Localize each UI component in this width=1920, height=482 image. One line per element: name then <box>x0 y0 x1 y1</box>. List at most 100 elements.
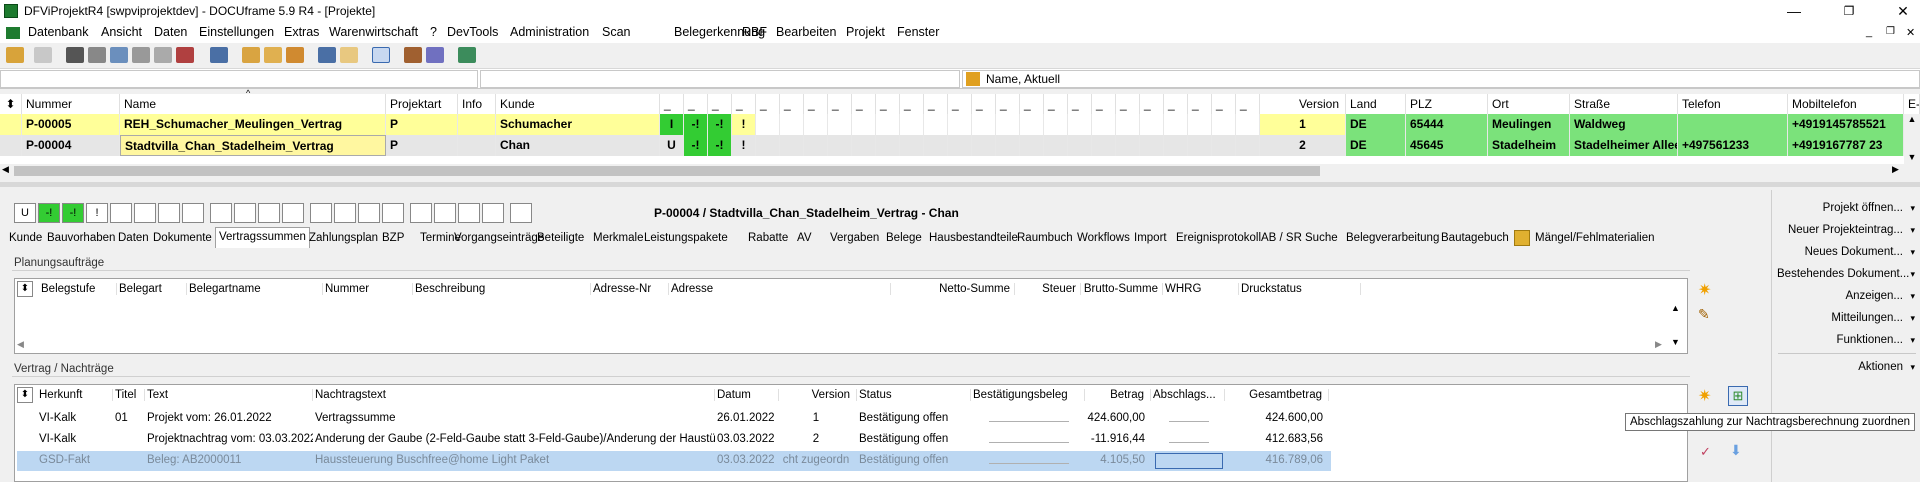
scan-icon[interactable] <box>154 47 172 63</box>
tab-kunde[interactable]: Kunde <box>6 229 45 247</box>
folder-move-icon[interactable] <box>286 47 304 63</box>
tab-vertragssummen[interactable]: Vertragssummen <box>215 227 310 248</box>
col-header-status-20[interactable]: _ <box>1116 94 1140 114</box>
cell-status-empty[interactable] <box>1164 114 1188 135</box>
restore-icon[interactable]: ❐ <box>1834 2 1864 20</box>
col-header-status-19[interactable]: _ <box>1092 94 1116 114</box>
col-header-status-1[interactable]: _ <box>660 94 684 114</box>
cell-status-empty[interactable] <box>828 114 852 135</box>
sort-selector[interactable] <box>962 70 1920 88</box>
scroll-left-icon[interactable]: ◀ <box>2 164 9 175</box>
vertrag-col-5[interactable]: Datum <box>717 389 779 401</box>
cell-status-empty[interactable] <box>1068 135 1092 156</box>
scroll-down-icon[interactable]: ▼ <box>1904 152 1920 162</box>
cell-status-3[interactable]: -! <box>708 135 732 156</box>
menu-help[interactable]: ? <box>430 25 437 39</box>
search-icon[interactable] <box>318 47 336 63</box>
col-header-mobil[interactable]: Mobiltelefon <box>1788 94 1904 114</box>
planung-config-button[interactable]: ⬍ <box>17 281 33 297</box>
filter-input-1[interactable] <box>0 70 478 88</box>
planung-col-1[interactable]: Belegstufe <box>41 283 117 295</box>
tab-workflows[interactable]: Workflows <box>1074 229 1133 247</box>
doc-check-icon[interactable]: ✓ <box>1700 444 1711 460</box>
tab-vorgangseinträge[interactable]: Vorgangseinträge <box>451 229 547 247</box>
hscroll-thumb[interactable] <box>14 166 1320 176</box>
tools-icon[interactable] <box>404 47 422 63</box>
cell-status-empty[interactable] <box>972 114 996 135</box>
mdi-close-icon[interactable]: ✕ <box>1906 26 1915 39</box>
cell-status-empty[interactable] <box>1044 135 1068 156</box>
cell-kunde[interactable]: Chan <box>496 135 660 156</box>
users-icon[interactable] <box>426 47 444 63</box>
cell-status-empty[interactable] <box>804 114 828 135</box>
tab-dokumente[interactable]: Dokumente <box>150 229 215 247</box>
menu-devtools[interactable]: DevTools <box>447 25 498 39</box>
cell-status-empty[interactable] <box>1068 114 1092 135</box>
planung-col-4[interactable]: Nummer <box>325 283 413 295</box>
cell-status-empty[interactable] <box>948 135 972 156</box>
vertrag-col-10[interactable]: Abschlags... <box>1153 389 1225 401</box>
cell-name[interactable]: REH_Schumacher_Meulingen_Vertrag <box>120 114 386 135</box>
vertrag-col-1[interactable]: Herkunft <box>39 389 113 401</box>
folder-open-icon[interactable] <box>264 47 282 63</box>
cell-status-empty[interactable] <box>1092 114 1116 135</box>
cell-status-empty[interactable] <box>972 135 996 156</box>
planung-scroll-up-icon[interactable]: ▲ <box>1671 303 1680 313</box>
col-header-status-6[interactable]: _ <box>780 94 804 114</box>
action-4[interactable]: Bestehendes Dokument... <box>1777 263 1917 285</box>
col-header-plz[interactable]: PLZ <box>1406 94 1488 114</box>
cell-status-empty[interactable] <box>852 114 876 135</box>
col-header-status-5[interactable]: _ <box>756 94 780 114</box>
cell-status-1[interactable]: U <box>660 135 684 156</box>
cell-status-empty[interactable] <box>780 114 804 135</box>
col-header-status-9[interactable]: _ <box>852 94 876 114</box>
action-3[interactable]: Neues Dokument... <box>1777 241 1917 263</box>
export-icon[interactable] <box>458 47 476 63</box>
grid-config-button[interactable]: ⬍ <box>0 94 22 114</box>
new-planung-icon[interactable]: ✷ <box>1698 280 1711 300</box>
col-header-status-3[interactable]: _ <box>708 94 732 114</box>
arrow-down-icon[interactable]: ⬇ <box>1730 442 1742 459</box>
tab-hausbestandteile[interactable]: Hausbestandteile <box>926 229 1021 247</box>
col-header-status-10[interactable]: _ <box>876 94 900 114</box>
action-5[interactable]: Anzeigen... <box>1777 285 1917 307</box>
mdi-icon[interactable] <box>6 27 20 39</box>
tab-import[interactable]: Import <box>1131 229 1170 247</box>
minimize-icon[interactable]: — <box>1779 2 1809 20</box>
col-header-nummer[interactable]: Nummer <box>22 94 120 114</box>
attach-icon[interactable] <box>132 47 150 63</box>
col-header-status-7[interactable]: _ <box>804 94 828 114</box>
menu-rbf[interactable]: RBF <box>742 25 767 39</box>
view-toggle-icon[interactable] <box>372 47 390 63</box>
cell-status-empty[interactable] <box>1020 114 1044 135</box>
cell-status-empty[interactable] <box>1116 135 1140 156</box>
vertrag-col-8[interactable]: Bestätigungsbeleg <box>973 389 1085 401</box>
menu-administration[interactable]: Administration <box>510 25 589 39</box>
row-indicator[interactable] <box>0 135 22 156</box>
menu-fenster[interactable]: Fenster <box>897 25 939 39</box>
cell-status-empty[interactable] <box>780 135 804 156</box>
tab-bautagebuch[interactable]: Bautagebuch <box>1438 229 1512 247</box>
cell-status-empty[interactable] <box>852 135 876 156</box>
scroll-right-icon[interactable]: ▶ <box>1892 164 1899 175</box>
menu-projekt[interactable]: Projekt <box>846 25 885 39</box>
tab-merkmale[interactable]: Merkmale <box>590 229 646 247</box>
planung-col-2[interactable]: Belegart <box>119 283 187 295</box>
cell-status-1[interactable]: I <box>660 114 684 135</box>
cell-status-empty[interactable] <box>900 135 924 156</box>
col-header-status-16[interactable]: _ <box>1020 94 1044 114</box>
col-header-name[interactable]: Name <box>120 94 386 114</box>
phone-icon[interactable] <box>210 47 228 63</box>
cell-status-empty[interactable] <box>1212 135 1236 156</box>
list-icon[interactable] <box>88 47 106 63</box>
tab-beteiligte[interactable]: Beteiligte <box>534 229 587 247</box>
cell-info[interactable] <box>458 114 496 135</box>
col-header-status-12[interactable]: _ <box>924 94 948 114</box>
planung-col-12[interactable]: Druckstatus <box>1241 283 1361 295</box>
cell-status-empty[interactable] <box>876 135 900 156</box>
action-7[interactable]: Funktionen... <box>1777 329 1917 351</box>
cell-status-empty[interactable] <box>1236 135 1260 156</box>
cell-status-empty[interactable] <box>756 114 780 135</box>
cell-projektart[interactable]: P <box>386 114 458 135</box>
cell-plz[interactable]: 65444 <box>1406 114 1488 135</box>
